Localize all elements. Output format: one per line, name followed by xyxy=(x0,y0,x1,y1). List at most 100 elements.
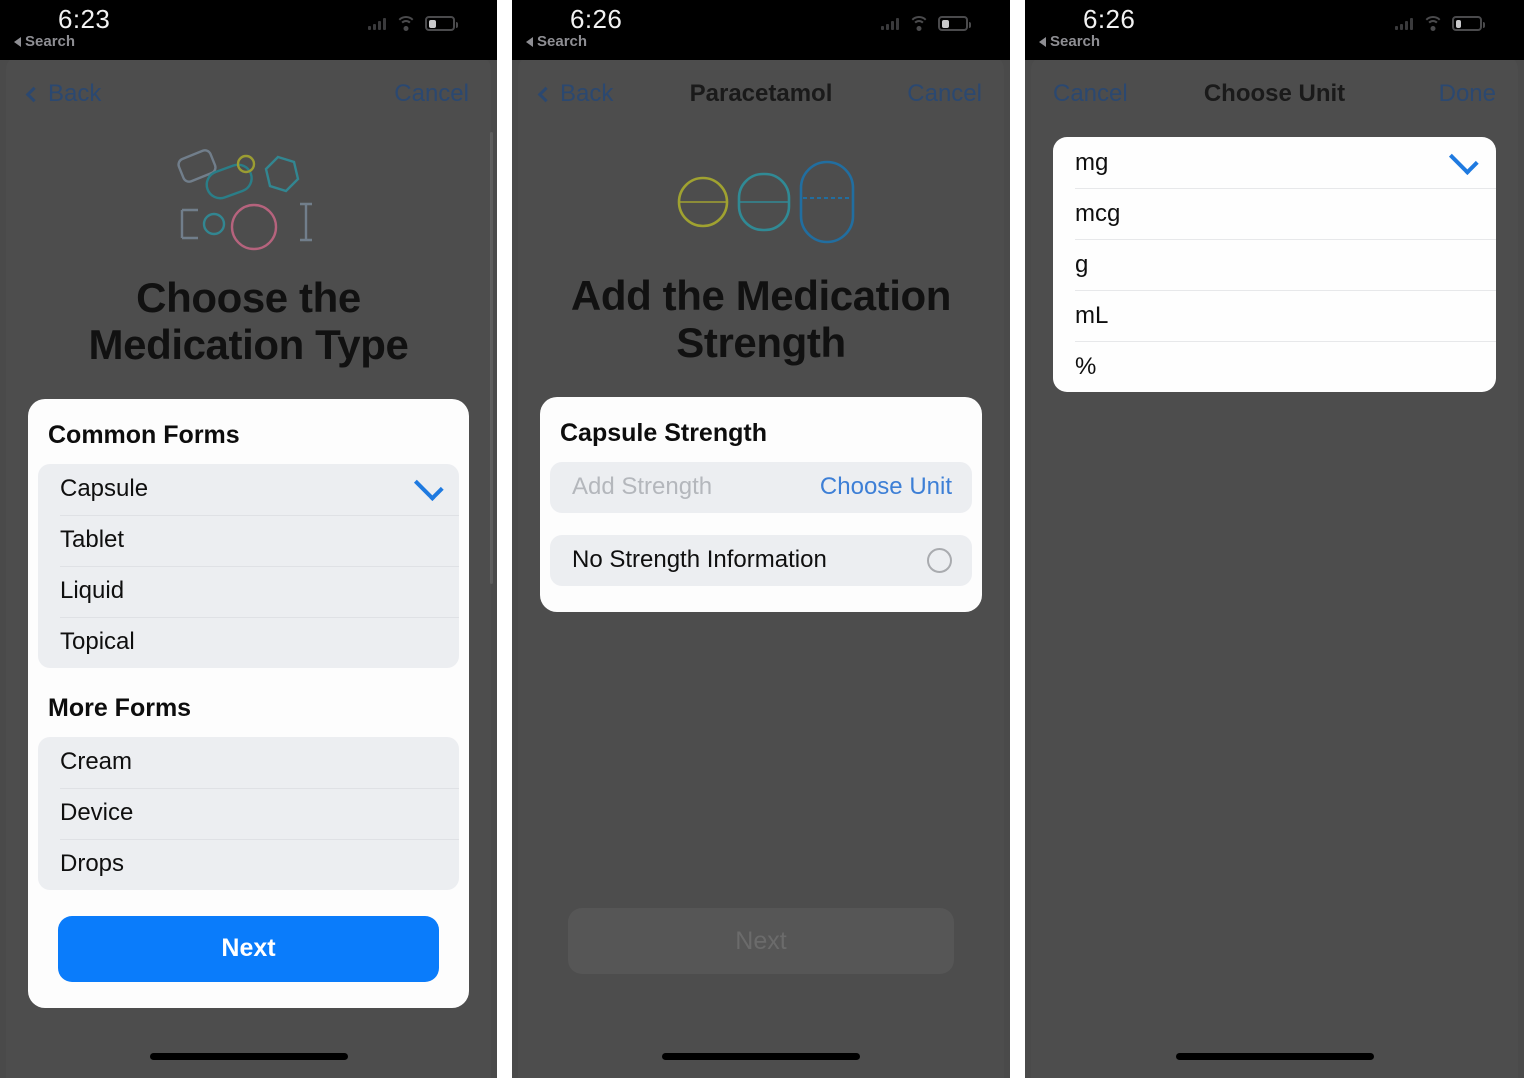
strength-row[interactable]: Add Strength Choose Unit xyxy=(550,462,972,513)
status-time: 6:26 xyxy=(1083,4,1136,34)
next-button[interactable]: Next xyxy=(58,915,439,982)
form-option-label: Topical xyxy=(60,628,135,656)
form-option-label: Capsule xyxy=(60,475,149,503)
page-title-line1: Add the Medication xyxy=(570,272,952,319)
unit-option-g[interactable]: g xyxy=(1053,239,1496,290)
back-button[interactable]: Back xyxy=(537,80,614,108)
no-strength-row[interactable]: No Strength Information xyxy=(550,535,972,586)
next-button-label: Next xyxy=(735,926,787,955)
unit-option-label: mL xyxy=(1075,301,1109,329)
page-title-line2: Strength xyxy=(676,319,846,367)
form-option-cream[interactable]: Cream xyxy=(38,737,459,788)
status-back-to-search[interactable]: Search xyxy=(1039,33,1100,50)
unit-option-label: g xyxy=(1075,250,1089,278)
back-triangle-icon xyxy=(14,36,21,47)
card-bottom-padding xyxy=(28,982,469,1008)
three-panel-screenshot: 6:23 Search Back Cancel Choose the Medic… xyxy=(0,0,1524,1078)
cellular-signal-icon xyxy=(1395,17,1413,30)
cancel-button[interactable]: Cancel xyxy=(907,80,982,108)
strength-input[interactable]: Add Strength xyxy=(572,473,712,501)
wifi-icon xyxy=(1422,16,1443,31)
unit-option-mg[interactable]: mg xyxy=(1053,137,1496,188)
unit-option-label: % xyxy=(1075,352,1097,380)
form-option-label: Drops xyxy=(60,850,125,878)
status-bar-2: 6:26 Search xyxy=(512,0,1010,60)
back-triangle-icon xyxy=(526,36,533,47)
status-time: 6:26 xyxy=(570,4,623,34)
nav-bar-2: Back Paracetamol Cancel xyxy=(518,56,1004,132)
status-back-label: Search xyxy=(1050,33,1101,50)
panel-gap-2 xyxy=(1010,0,1025,1078)
no-strength-group: No Strength Information xyxy=(550,534,972,586)
unit-picker-card: mg mcg g mL % xyxy=(1053,137,1496,392)
unit-option-ml[interactable]: mL xyxy=(1053,290,1496,341)
status-back-to-search[interactable]: Search xyxy=(14,33,75,50)
status-bar-3: 6:26 Search xyxy=(1025,0,1524,60)
more-forms-group: Cream Device Drops xyxy=(38,736,459,890)
form-option-device[interactable]: Device xyxy=(38,787,459,839)
unit-option-mcg[interactable]: mcg xyxy=(1053,188,1496,239)
form-option-capsule[interactable]: Capsule xyxy=(38,464,459,515)
medication-shapes-illustration xyxy=(6,138,491,268)
done-button-label: Done xyxy=(1438,80,1496,107)
done-button[interactable]: Done xyxy=(1439,80,1496,108)
cancel-button-label: Cancel xyxy=(1053,80,1128,107)
common-forms-group: Capsule Tablet Liquid Topical xyxy=(38,463,459,668)
status-time: 6:23 xyxy=(58,4,111,34)
wifi-icon xyxy=(908,16,929,31)
pill-shapes-svg xyxy=(176,149,312,251)
wifi-icon xyxy=(395,16,416,31)
status-bar-1: 6:23 Search xyxy=(0,0,497,60)
chevron-left-icon xyxy=(25,86,42,102)
back-button-label: Back xyxy=(48,80,102,107)
back-button-label: Back xyxy=(560,80,614,107)
back-triangle-icon xyxy=(1039,36,1046,47)
page-title-2: Add the Medication Strength xyxy=(518,266,1004,367)
panel-gap-1 xyxy=(497,0,512,1078)
page-title-1: Choose the Medication Type xyxy=(6,268,491,369)
home-indicator[interactable] xyxy=(149,1053,348,1060)
cancel-button-label: Cancel xyxy=(394,80,469,107)
common-forms-heading: Common Forms xyxy=(48,420,240,449)
nav-bar-3: Cancel Choose Unit Done xyxy=(1031,56,1518,132)
pills-svg xyxy=(677,160,855,244)
status-back-to-search[interactable]: Search xyxy=(526,33,587,50)
status-indicators-2 xyxy=(881,16,971,31)
modal-sheet-1: Back Cancel Choose the Medication Type C… xyxy=(6,56,491,1078)
cellular-signal-icon xyxy=(368,17,386,30)
checkmark-icon xyxy=(413,471,444,502)
cancel-button[interactable]: Cancel xyxy=(1053,80,1128,108)
form-option-tablet[interactable]: Tablet xyxy=(38,514,459,566)
form-option-drops[interactable]: Drops xyxy=(38,838,459,890)
status-back-label: Search xyxy=(537,33,588,50)
cancel-button[interactable]: Cancel xyxy=(394,80,469,108)
page-title-line1: Choose the xyxy=(136,274,361,321)
forms-card: Common Forms Capsule Tablet Liquid Topic… xyxy=(28,398,469,1008)
home-indicator[interactable] xyxy=(1175,1053,1374,1060)
nav-bar-1: Back Cancel xyxy=(6,56,491,132)
phone-panel-3: 6:26 Search Cancel Choose Unit Done mg m… xyxy=(1025,0,1524,1078)
no-strength-label: No Strength Information xyxy=(572,546,827,574)
chevron-left-icon xyxy=(537,86,554,102)
next-button-disabled: Next xyxy=(568,908,954,974)
form-option-liquid[interactable]: Liquid xyxy=(38,565,459,617)
form-option-label: Tablet xyxy=(60,526,125,554)
choose-unit-button[interactable]: Choose Unit xyxy=(820,473,952,501)
phone-panel-2: 6:26 Search Back Paracetamol Cancel Add … xyxy=(512,0,1010,1078)
page-title-line2: Medication Type xyxy=(88,321,409,369)
modal-sheet-3: Cancel Choose Unit Done mg mcg g mL % xyxy=(1031,56,1518,1078)
unit-option-percent[interactable]: % xyxy=(1053,341,1496,392)
phone-panel-1: 6:23 Search Back Cancel Choose the Medic… xyxy=(0,0,497,1078)
battery-icon xyxy=(425,16,458,31)
radio-unselected-icon[interactable] xyxy=(927,547,952,573)
status-back-label: Search xyxy=(25,33,76,50)
more-forms-heading: More Forms xyxy=(48,693,192,722)
unit-option-label: mg xyxy=(1075,148,1109,176)
form-option-topical[interactable]: Topical xyxy=(38,616,459,668)
home-indicator[interactable] xyxy=(662,1053,860,1060)
battery-icon xyxy=(1452,16,1485,31)
scroll-indicator[interactable] xyxy=(490,132,493,584)
back-button[interactable]: Back xyxy=(25,80,102,108)
form-option-label: Liquid xyxy=(60,577,125,605)
